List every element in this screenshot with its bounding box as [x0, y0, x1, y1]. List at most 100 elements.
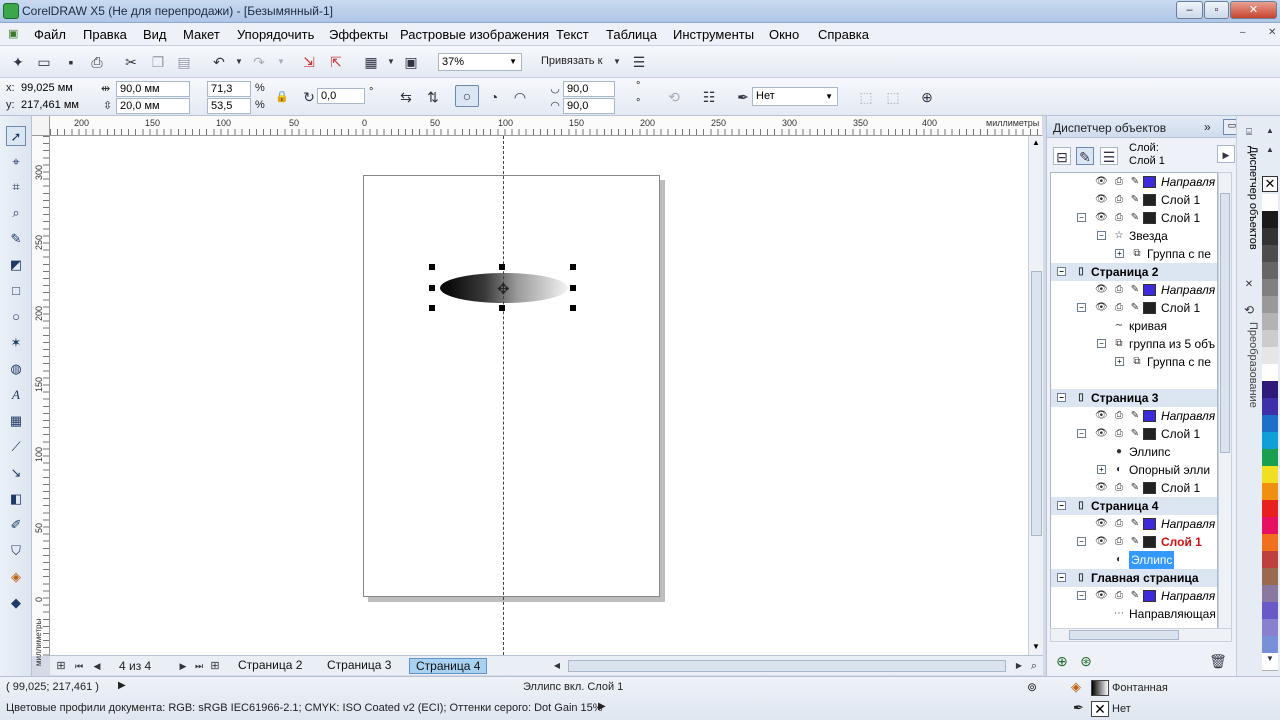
- tree-object-row[interactable]: ⋯ Направляющая: [1051, 605, 1217, 623]
- outline-swatch[interactable]: ✕: [1091, 701, 1109, 717]
- page-tab-2[interactable]: Страница 2: [232, 658, 308, 674]
- outline-tool-icon[interactable]: ⛉: [6, 541, 26, 561]
- options-icon[interactable]: ☰: [630, 53, 648, 71]
- eye-icon[interactable]: 👁: [1095, 302, 1108, 314]
- mirror-horizontal-icon[interactable]: ⇆: [397, 88, 415, 106]
- edit-across-layers-icon[interactable]: ✎: [1076, 147, 1094, 165]
- cut-icon[interactable]: ✂: [122, 53, 140, 71]
- eye-icon[interactable]: 👁: [1095, 194, 1108, 206]
- blend-tool-icon[interactable]: ◧: [6, 489, 26, 509]
- tree-layer-row[interactable]: − 👁 ⎙ ✎ Слой 1: [1051, 209, 1217, 227]
- scale-height-field[interactable]: 53,5: [207, 98, 251, 114]
- print-icon[interactable]: ⎙: [88, 53, 106, 71]
- eyedropper-tool-icon[interactable]: ✐: [6, 515, 26, 535]
- layer-color-swatch[interactable]: [1143, 482, 1156, 494]
- undo-dropdown-icon[interactable]: ▼: [230, 53, 248, 71]
- redo-icon[interactable]: ↷: [250, 53, 268, 71]
- tree-object-row[interactable]: ∼ кривая: [1051, 317, 1217, 335]
- pick-tool-icon[interactable]: ➚: [6, 126, 26, 146]
- arc-end-angle-field[interactable]: 90,0: [563, 98, 615, 114]
- scroll-up-icon[interactable]: ▲: [1032, 138, 1040, 147]
- new-layer-icon[interactable]: ⊕: [1053, 652, 1071, 670]
- print-icon[interactable]: ⎙: [1113, 518, 1125, 530]
- profiles-arrow-icon[interactable]: ▶: [598, 701, 606, 712]
- selection-handle[interactable]: [429, 285, 435, 291]
- tree-layer-row[interactable]: 👁 ⎙ ✎ Слой 1: [1051, 191, 1217, 209]
- crop-tool-icon[interactable]: ⌗: [6, 177, 26, 197]
- palette-color-swatch[interactable]: [1262, 432, 1278, 450]
- undo-icon[interactable]: ↶: [210, 53, 228, 71]
- palette-color-swatch[interactable]: [1262, 449, 1278, 467]
- copy-icon[interactable]: ❐: [149, 53, 167, 71]
- expand-toggle-icon[interactable]: −: [1077, 213, 1086, 222]
- print-icon[interactable]: ⎙: [1113, 410, 1125, 422]
- double-chevron-icon[interactable]: »: [1204, 120, 1211, 134]
- mirror-vertical-icon[interactable]: ⇅: [424, 88, 442, 106]
- selection-handle[interactable]: [570, 264, 576, 270]
- palette-color-swatch[interactable]: [1262, 364, 1278, 382]
- tree-object-row[interactable]: + ◐ Опорный элли: [1051, 461, 1217, 479]
- new-document-icon[interactable]: ✦: [9, 53, 27, 71]
- selection-handle[interactable]: [499, 305, 505, 311]
- rotation-angle-field[interactable]: 0,0: [317, 88, 365, 104]
- palette-scroll-up-icon[interactable]: ▲: [1261, 122, 1279, 140]
- tree-layer-row[interactable]: 👁 ⎙ ✎ Направля: [1051, 407, 1217, 425]
- expand-toggle-icon[interactable]: −: [1077, 537, 1086, 546]
- palette-color-swatch[interactable]: [1262, 534, 1278, 552]
- tab-object-manager[interactable]: Диспетчер объектов: [1241, 146, 1259, 286]
- palette-color-swatch[interactable]: [1262, 245, 1278, 263]
- edit-lock-icon[interactable]: ✎: [1129, 194, 1141, 206]
- connector-tool-icon[interactable]: ↘: [6, 463, 26, 483]
- tree-layer-row[interactable]: 👁 ⎙ ✎ Направля: [1051, 515, 1217, 533]
- paste-icon[interactable]: ▤: [175, 53, 193, 71]
- vertical-scrollbar[interactable]: ▲ ▼: [1028, 136, 1043, 655]
- restore-button[interactable]: ▫: [1204, 1, 1229, 19]
- tab-pin-icon[interactable]: ⌸: [1240, 124, 1258, 142]
- docker-menu-arrow-icon[interactable]: ▶: [1217, 145, 1235, 163]
- layer-manager-icon[interactable]: ☰: [1100, 147, 1118, 165]
- edit-lock-icon[interactable]: ✎: [1129, 518, 1141, 530]
- transform-icon[interactable]: ⟲: [1240, 301, 1258, 319]
- menu-window[interactable]: Окно: [769, 27, 799, 42]
- status-expand-icon[interactable]: ▶: [118, 680, 126, 691]
- launcher-dropdown-icon[interactable]: ▼: [382, 53, 400, 71]
- tab-close-icon[interactable]: ✕: [1240, 276, 1258, 294]
- prev-page-icon[interactable]: ◀: [88, 657, 106, 675]
- save-icon[interactable]: ▪: [62, 53, 80, 71]
- pie-mode-icon[interactable]: ◔: [485, 88, 503, 106]
- fill-swatch[interactable]: [1091, 680, 1109, 696]
- arc-start-angle-field[interactable]: 90,0: [563, 81, 615, 97]
- snap-to-label[interactable]: Привязать к: [541, 55, 602, 67]
- table-tool-icon[interactable]: ▦: [6, 411, 26, 431]
- zoom-navigator-icon[interactable]: ⌕: [1025, 657, 1043, 675]
- outline-width-select[interactable]: Нет ▼: [752, 87, 838, 106]
- tree-horizontal-scrollbar[interactable]: [1050, 628, 1232, 642]
- tree-layer-row[interactable]: 👁 ⎙ ✎ Слой 1: [1051, 479, 1217, 497]
- expand-toggle-icon[interactable]: −: [1057, 393, 1066, 402]
- delete-icon[interactable]: 🗑: [1209, 652, 1227, 670]
- eye-icon[interactable]: 👁: [1095, 212, 1108, 224]
- expand-toggle-icon[interactable]: +: [1115, 357, 1124, 366]
- layer-color-swatch[interactable]: [1143, 176, 1156, 188]
- menu-bitmaps[interactable]: Растровые изображения: [400, 27, 549, 42]
- arc-mode-icon[interactable]: ◠: [511, 88, 529, 106]
- tree-object-row[interactable]: ◐ Эллипс: [1051, 551, 1217, 569]
- scroll-left-icon[interactable]: ◀: [548, 657, 566, 675]
- palette-color-swatch[interactable]: [1262, 313, 1278, 331]
- freehand-tool-icon[interactable]: ✎: [6, 229, 26, 249]
- document-icon[interactable]: ▣: [8, 27, 18, 40]
- edit-lock-icon[interactable]: ✎: [1129, 410, 1141, 422]
- tree-page-row[interactable]: − ▯ Главная страница: [1051, 569, 1217, 587]
- width-field[interactable]: 90,0 мм: [116, 81, 190, 97]
- palette-scroll-down-icon[interactable]: ▼: [1261, 650, 1279, 668]
- add-page-before-icon[interactable]: ⊞: [52, 657, 70, 675]
- edit-lock-icon[interactable]: ✎: [1129, 212, 1141, 224]
- x-position-field[interactable]: 99,025 мм: [18, 81, 96, 97]
- menu-effects[interactable]: Эффекты: [329, 27, 388, 42]
- tree-object-row[interactable]: ● Эллипс: [1051, 443, 1217, 461]
- palette-color-swatch[interactable]: [1262, 296, 1278, 314]
- tree-object-row[interactable]: + ⧉ Группа с пе: [1051, 245, 1217, 263]
- menu-file[interactable]: Файл: [34, 27, 66, 42]
- import-icon[interactable]: ⇲: [300, 53, 318, 71]
- layer-color-swatch[interactable]: [1143, 410, 1156, 422]
